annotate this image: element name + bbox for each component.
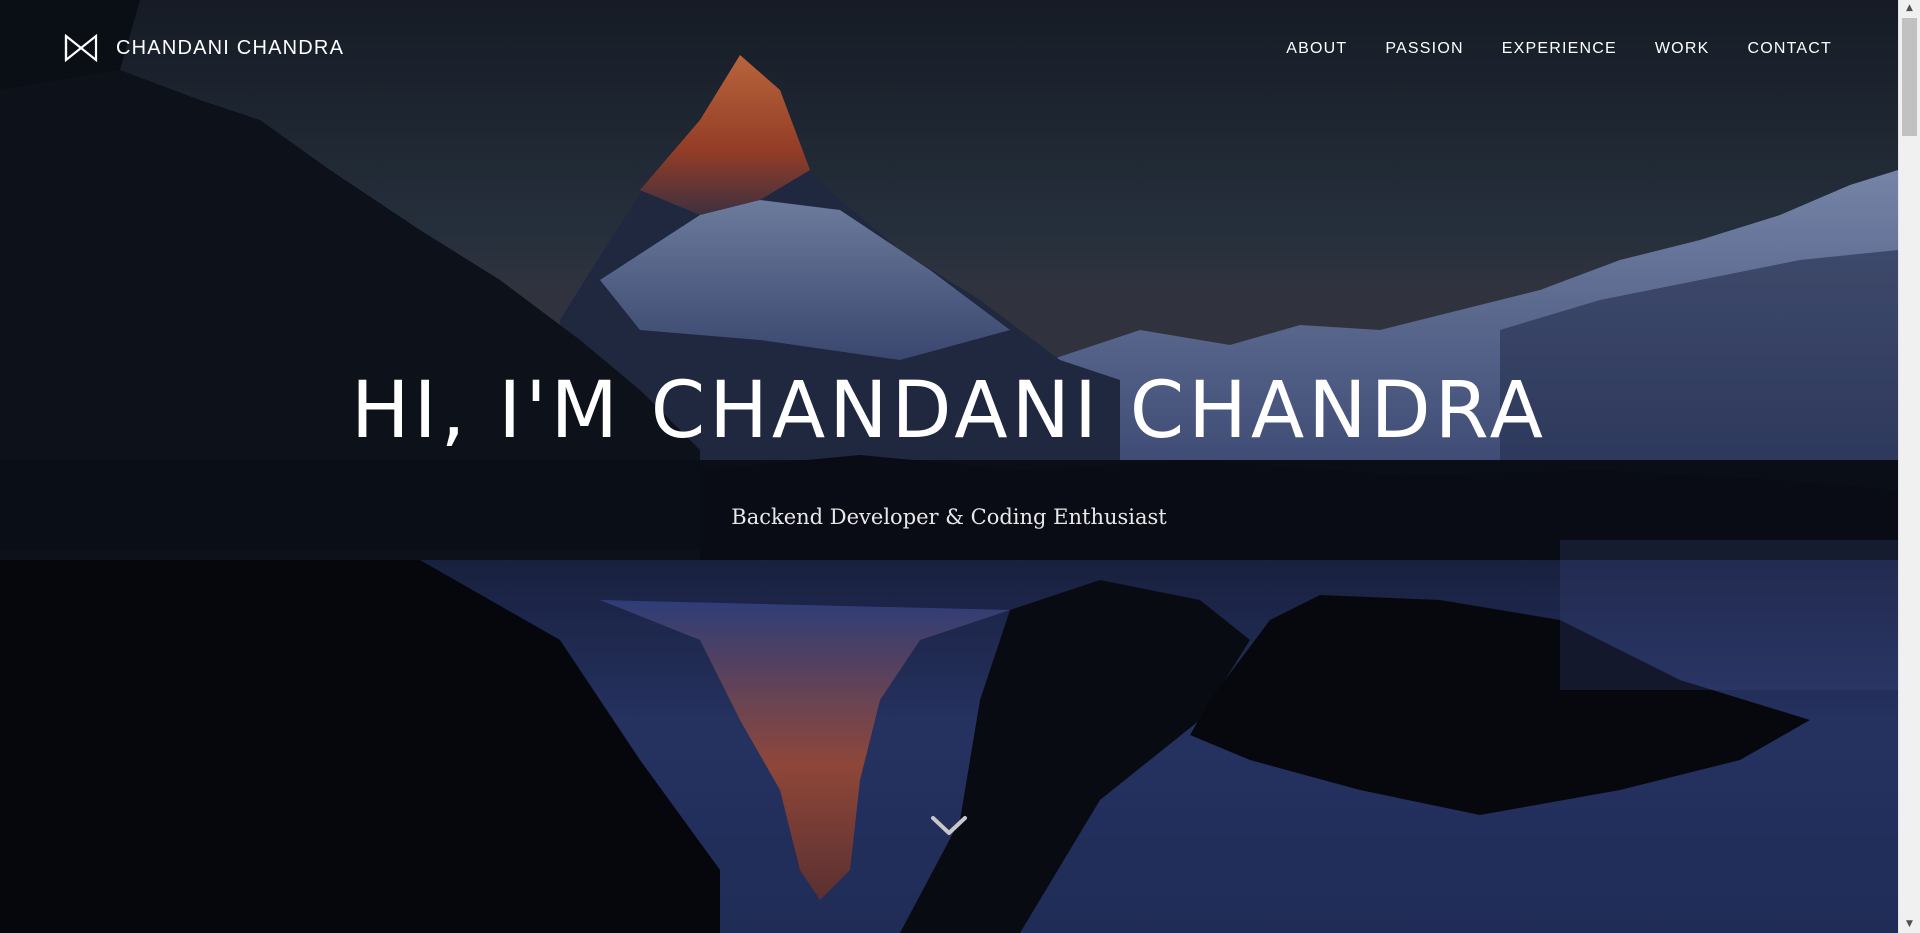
scroll-thumb[interactable] [1902, 18, 1917, 136]
page-scrollbar[interactable]: ▲ ▼ [1898, 0, 1920, 933]
nav-links: ABOUT PASSION EXPERIENCE WORK CONTACT [1248, 40, 1832, 58]
bowtie-logo-icon [64, 33, 98, 63]
brand-link[interactable]: CHANDANI CHANDRA [64, 33, 344, 63]
scroll-down-arrow[interactable]: ▼ [1899, 916, 1920, 933]
page: CHANDANI CHANDRA ABOUT PASSION EXPERIENC… [0, 0, 1920, 933]
hero-background-image [0, 0, 1898, 933]
nav-link-work[interactable]: WORK [1655, 40, 1710, 58]
navbar: CHANDANI CHANDRA ABOUT PASSION EXPERIENC… [0, 0, 1898, 100]
nav-link-about[interactable]: ABOUT [1286, 40, 1347, 58]
hero-title: HI, I'M CHANDANI CHANDRA [350, 366, 1548, 456]
scroll-down-button[interactable] [930, 812, 968, 840]
nav-link-experience[interactable]: EXPERIENCE [1502, 40, 1617, 58]
brand-name: CHANDANI CHANDRA [116, 36, 345, 59]
scroll-up-arrow[interactable]: ▲ [1899, 0, 1920, 17]
nav-link-contact[interactable]: CONTACT [1747, 40, 1832, 58]
nav-link-passion[interactable]: PASSION [1385, 40, 1463, 58]
hero-subtitle: Backend Developer & Coding Enthusiast [731, 505, 1167, 529]
chevron-down-icon [930, 816, 968, 844]
